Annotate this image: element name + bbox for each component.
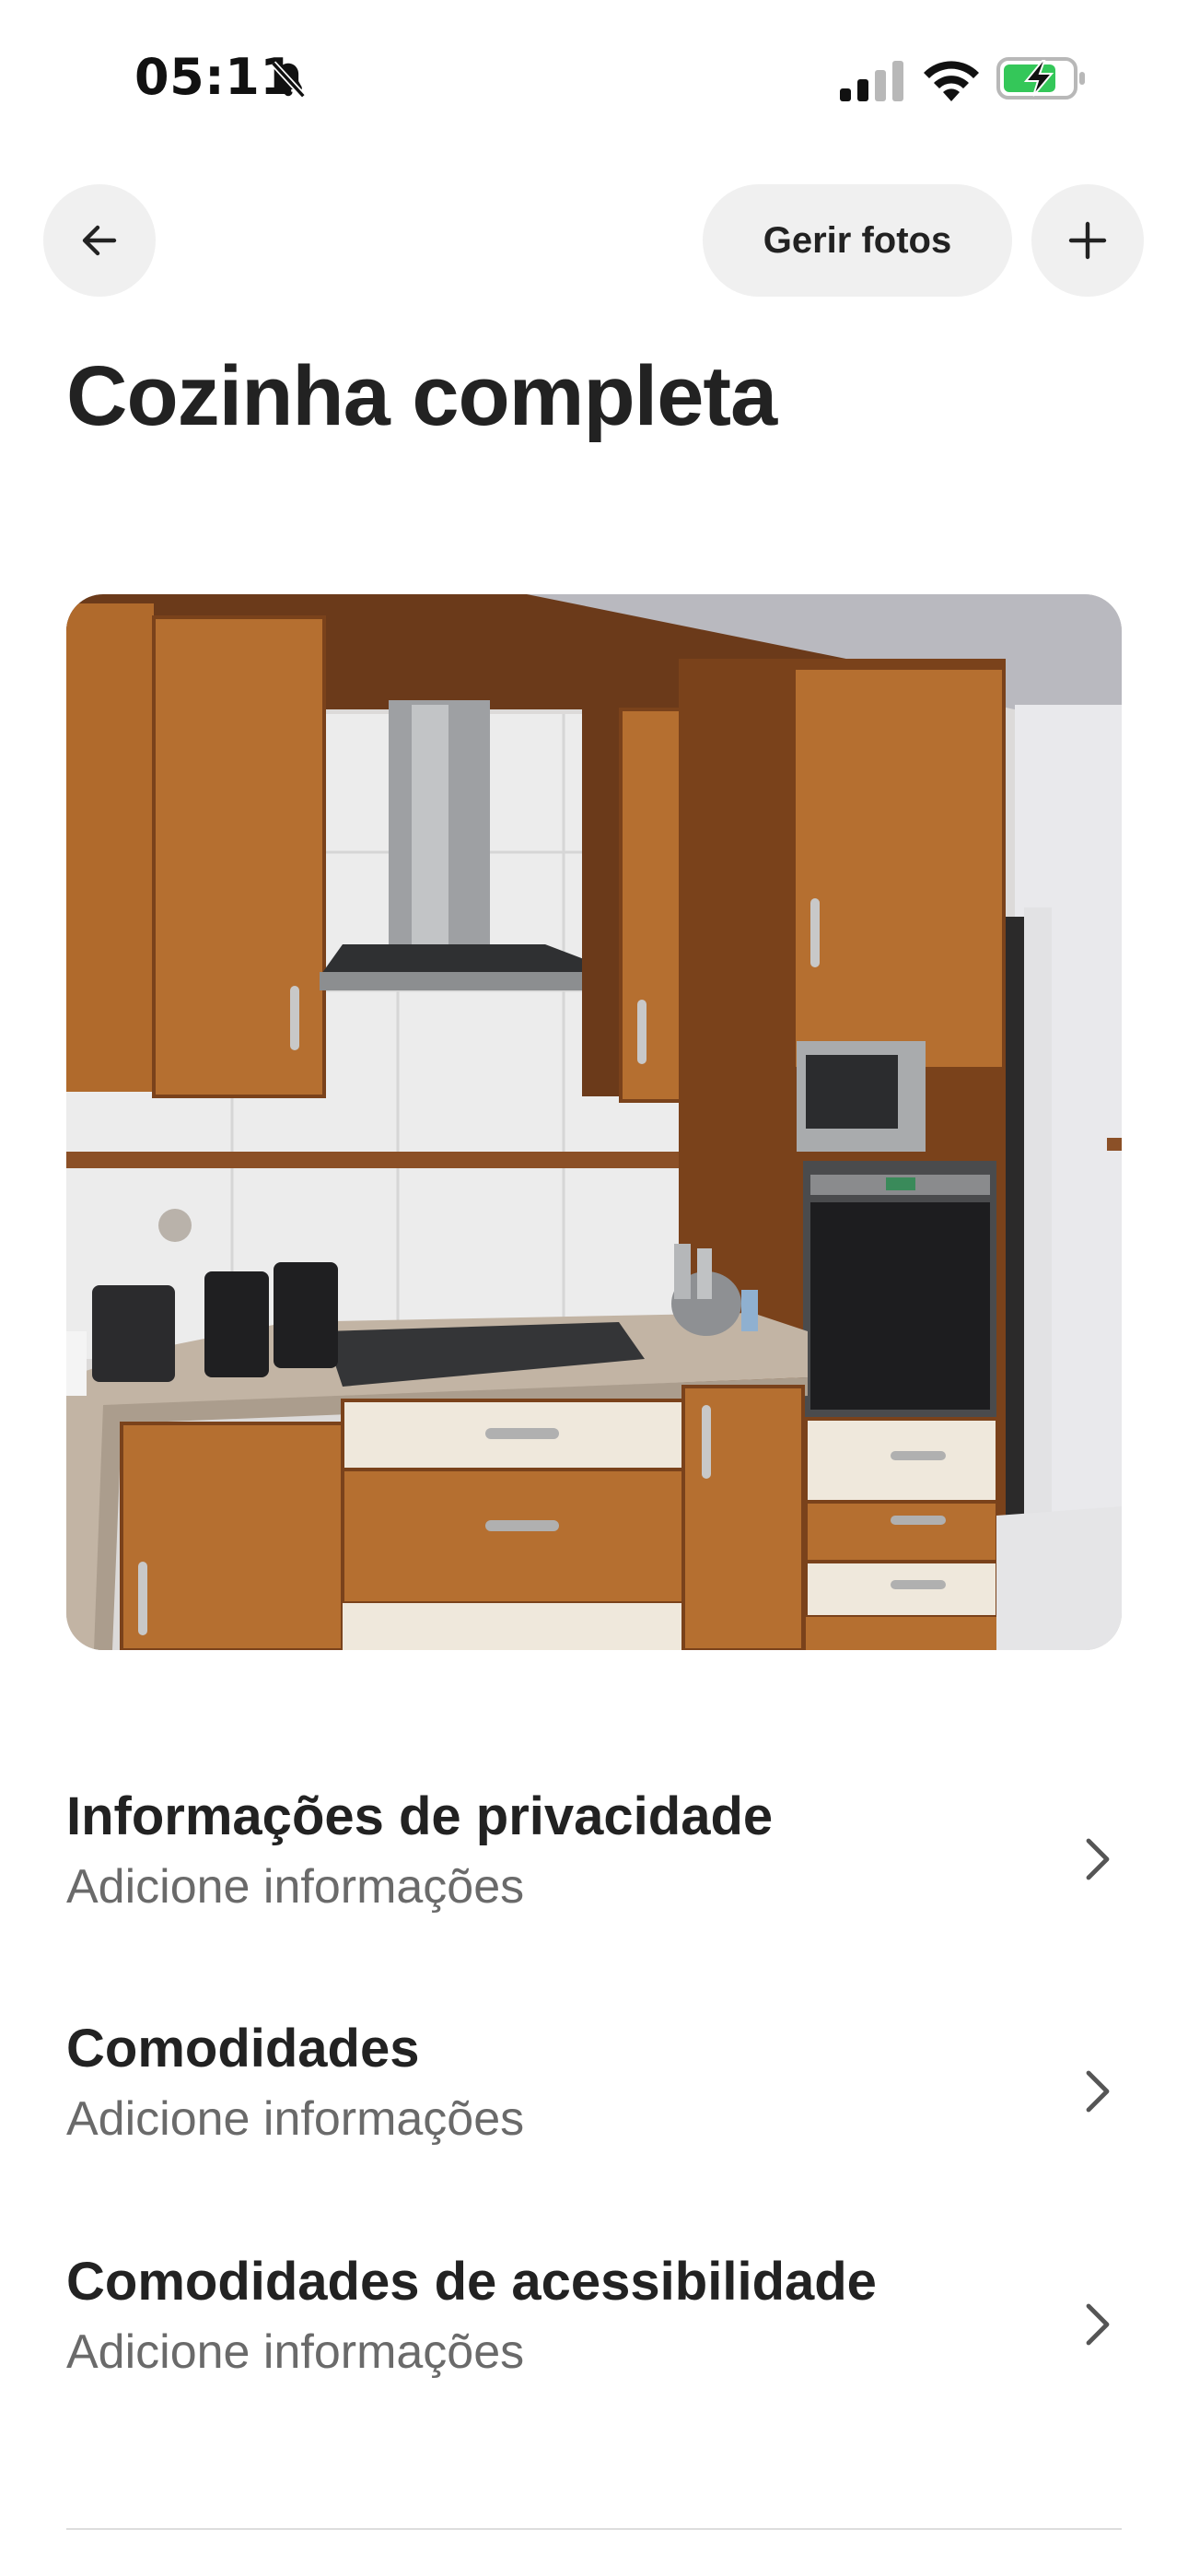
wifi-icon — [924, 61, 979, 101]
status-bar: 05:11 — [0, 0, 1188, 157]
chevron-right-icon — [1086, 1838, 1110, 1880]
chevron-right-icon — [1086, 2303, 1110, 2346]
list-item-accessibility-amenities[interactable]: Comodidades de acessibilidade Adicione i… — [66, 2251, 1122, 2435]
manage-photos-button[interactable]: Gerir fotos — [703, 184, 1012, 297]
list-item-privacy-info[interactable]: Informações de privacidade Adicione info… — [66, 1786, 1122, 1970]
kitchen-photo-illustration — [66, 594, 1122, 1650]
chevron-right-icon — [1086, 2070, 1110, 2113]
list-item-subtitle: Adicione informações — [66, 2325, 525, 2379]
plus-icon — [1068, 221, 1107, 260]
cellular-signal-icon — [840, 61, 903, 101]
divider — [66, 2528, 1122, 2530]
battery-charging-icon — [996, 57, 1085, 100]
list-item-title: Comodidades de acessibilidade — [66, 2252, 877, 2312]
list-item-subtitle: Adicione informações — [66, 2092, 525, 2146]
list-item-amenities[interactable]: Comodidades Adicione informações — [66, 2018, 1122, 2202]
list-item-title: Informações de privacidade — [66, 1786, 774, 1846]
room-photo[interactable] — [66, 594, 1122, 1650]
add-photo-button[interactable] — [1031, 184, 1144, 297]
list-item-subtitle: Adicione informações — [66, 1860, 525, 1914]
arrow-left-icon — [82, 225, 117, 256]
list-item-title: Comodidades — [66, 2019, 420, 2078]
back-button[interactable] — [43, 184, 156, 297]
page-title: Cozinha completa — [66, 349, 777, 443]
room-detail-screen: 05:11 Gerir fotos Cozinha completa Infor… — [0, 0, 1188, 2576]
bell-slash-icon — [271, 61, 306, 99]
